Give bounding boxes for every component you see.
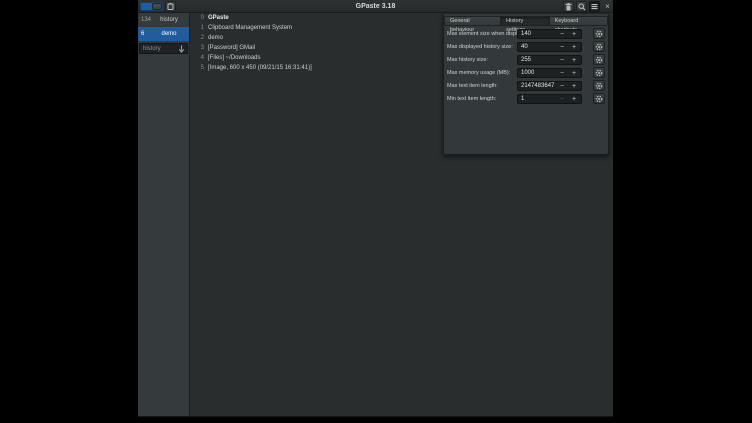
delete-history-button[interactable] [563,1,574,12]
reset-button[interactable] [593,80,605,91]
setting-row-min-text-length: Min text item length: 1 − + [444,93,608,106]
reset-icon [595,56,603,64]
switch-knob [152,3,162,10]
reset-icon [595,95,603,103]
reset-icon [595,43,603,51]
item-index: 0 [198,15,204,21]
settings-tab-switcher: General behaviour History settings Keybo… [444,16,608,26]
spin-minus-button[interactable]: − [557,95,567,104]
settings-panel: General behaviour History settings Keybo… [443,14,609,155]
menu-icon [591,3,598,10]
spin-minus-button[interactable]: − [557,30,567,39]
reset-icon [595,30,603,38]
add-history-icon [178,45,185,53]
reset-button[interactable] [593,28,605,39]
spinbutton[interactable]: 255 − + [517,55,582,65]
gpaste-window: GPaste 3.18 [138,0,613,417]
close-button[interactable]: × [602,1,613,12]
spin-minus-button[interactable]: − [557,82,567,91]
spin-value: 1 [521,95,524,104]
history-name: history [153,17,189,23]
reset-button[interactable] [593,67,605,78]
spin-minus-button[interactable]: − [557,43,567,52]
track-changes-switch[interactable] [140,2,163,11]
spin-plus-button[interactable]: + [569,56,579,65]
setting-row-max-text-length: Max text item length: 2147483647 − + [444,80,608,93]
spin-value: 1000 [521,69,534,78]
search-icon [578,3,586,11]
item-text: [Password] GMail [208,45,255,51]
search-button[interactable] [576,1,587,12]
spin-value: 40 [521,43,528,52]
window-title: GPaste 3.18 [138,0,613,13]
history-name: demo [153,31,189,37]
setting-label: Max text item length: [447,80,498,93]
reset-button[interactable] [593,54,605,65]
new-history-placeholder: history [140,46,178,52]
spin-value: 140 [521,30,531,39]
setting-row-max-memory-usage: Max memory usage (MB): 1000 − + [444,67,608,80]
spinbutton[interactable]: 2147483647 − + [517,81,582,91]
item-text: [Files] ~/Downloads [208,55,261,61]
settings-rows: Max element size when displaying: 140 − … [444,28,608,106]
delete-history-icon [565,3,572,11]
tab-keyboard-shortcuts[interactable]: Keyboard shortcuts [550,16,608,26]
item-index: 3 [198,45,204,51]
header-bar: GPaste 3.18 [138,0,613,13]
setting-label: Min text item length: [447,93,496,106]
history-item-count: 6 [138,31,153,37]
spinbutton[interactable]: 140 − + [517,29,582,39]
spinbutton[interactable]: 1 − + [517,94,582,104]
history-row-demo[interactable]: 6 demo [138,27,189,41]
item-text: demo [208,35,223,41]
reset-icon [595,69,603,77]
setting-row-max-element-size: Max element size when displaying: 140 − … [444,28,608,41]
item-index: 1 [198,25,204,31]
item-index: 5 [198,65,204,71]
reset-button[interactable] [593,41,605,52]
spin-minus-button[interactable]: − [557,56,567,65]
setting-label: Max memory usage (MB): [447,67,510,80]
clipboard-icon [167,3,174,10]
close-icon: × [605,3,610,11]
clipboard-button[interactable] [165,1,176,12]
spin-value: 2147483647 [521,82,554,91]
history-row-history[interactable]: 134 history [138,13,189,27]
item-text: GPaste [208,15,229,21]
spin-plus-button[interactable]: + [569,95,579,104]
new-history-input[interactable]: history [139,43,188,54]
tab-general-behaviour[interactable]: General behaviour [444,16,501,26]
reset-button[interactable] [593,93,605,104]
spin-minus-button[interactable]: − [557,69,567,78]
reset-icon [595,82,603,90]
tab-history-settings[interactable]: History settings [501,16,550,26]
setting-row-max-history-size: Max history size: 255 − + [444,54,608,67]
setting-label: Max displayed history size: [447,41,513,54]
setting-label: Max history size: [447,54,488,67]
spinbutton[interactable]: 40 − + [517,42,582,52]
setting-row-max-displayed-history: Max displayed history size: 40 − + [444,41,608,54]
spin-plus-button[interactable]: + [569,69,579,78]
spinbutton[interactable]: 1000 − + [517,68,582,78]
spin-plus-button[interactable]: + [569,43,579,52]
history-item-count: 134 [138,17,153,23]
histories-sidebar: 134 history 6 demo history [138,13,190,416]
item-index: 2 [198,35,204,41]
spin-plus-button[interactable]: + [569,82,579,91]
menu-button[interactable] [589,1,600,12]
item-text: [Image, 600 x 450 (09/21/15 16:31:41)] [208,65,312,71]
spin-plus-button[interactable]: + [569,30,579,39]
item-text: Clipboard Management System [208,25,292,31]
item-index: 4 [198,55,204,61]
spin-value: 255 [521,56,531,65]
